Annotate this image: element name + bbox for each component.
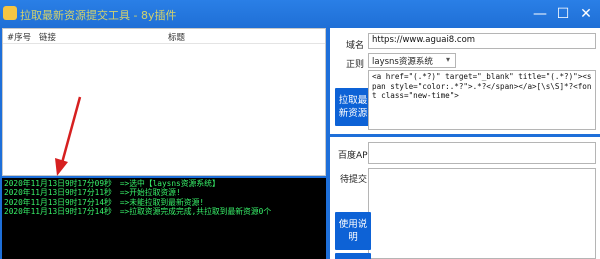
column-header-link[interactable]: 链接 (39, 31, 56, 43)
pending-label: 待提交 (340, 175, 368, 185)
baidu-api-input[interactable] (368, 142, 596, 164)
log-line: 2020年11月13日9时17分09秒 =>选中【laysns资源系统】 (4, 179, 324, 188)
minimize-button[interactable]: — (530, 4, 550, 24)
list-header: #序号 链接 标题 (3, 29, 325, 44)
close-button[interactable]: ✕ (576, 4, 596, 24)
column-header-index[interactable]: #序号 (7, 31, 31, 43)
log-time: 2020年11月13日9时17分14秒 (4, 206, 112, 216)
log-message: =>未能拉取到最新资源! (119, 197, 205, 207)
window-title: 拉取最新资源提交工具 - 8y插件 (20, 9, 177, 22)
help-button[interactable]: 使用说明 (335, 212, 371, 250)
app-icon (3, 6, 17, 20)
log-line: 2020年11月13日9时17分14秒 =>未能拉取到最新资源! (4, 198, 324, 207)
pull-latest-button[interactable]: 拉取最新资源 (335, 88, 371, 126)
column-header-title[interactable]: 标题 (168, 31, 185, 43)
pending-textarea[interactable] (368, 168, 596, 259)
log-message: =>选中【laysns资源系统】 (119, 179, 220, 188)
regex-label: 正则 (346, 60, 365, 70)
maximize-button[interactable]: ☐ (553, 4, 573, 24)
lower-button[interactable] (335, 253, 371, 259)
log-console: 2020年11月13日9时17分09秒 =>选中【laysns资源系统】 2020… (2, 176, 326, 259)
regex-pattern-textarea[interactable]: <a href="(.*?)" target="_blank" title="(… (368, 70, 596, 130)
log-message: =>开始拉取资源! (119, 188, 181, 198)
log-line: 2020年11月13日9时17分14秒 =>拉取资源完成完成,共拉取到最新资源0个 (4, 207, 324, 216)
log-time: 2020年11月13日9时17分14秒 (4, 197, 112, 207)
log-time: 2020年11月13日9时17分11秒 (4, 188, 112, 198)
log-line: 2020年11月13日9时17分11秒 =>开始拉取资源! (4, 188, 324, 197)
settings-panel: 域名 https://www.aguai8.com 正则 laysns资源系统 … (330, 28, 600, 134)
results-list[interactable]: #序号 链接 标题 (2, 28, 326, 176)
log-time: 2020年11月13日9时17分09秒 (4, 179, 112, 188)
chevron-down-icon: ▾ (445, 55, 450, 64)
baidu-api-label: 百度API (338, 151, 371, 161)
submit-panel: 百度API 待提交 使用说明 (330, 137, 600, 259)
regex-select-value: laysns资源系统 (372, 57, 433, 67)
log-message: =>拉取资源完成完成,共拉取到最新资源0个 (119, 206, 272, 216)
domain-label: 域名 (346, 41, 365, 51)
title-bar: 拉取最新资源提交工具 - 8y插件 — ☐ ✕ (0, 0, 600, 28)
regex-select[interactable]: laysns资源系统 ▾ (368, 53, 456, 68)
domain-input[interactable]: https://www.aguai8.com (368, 33, 596, 49)
